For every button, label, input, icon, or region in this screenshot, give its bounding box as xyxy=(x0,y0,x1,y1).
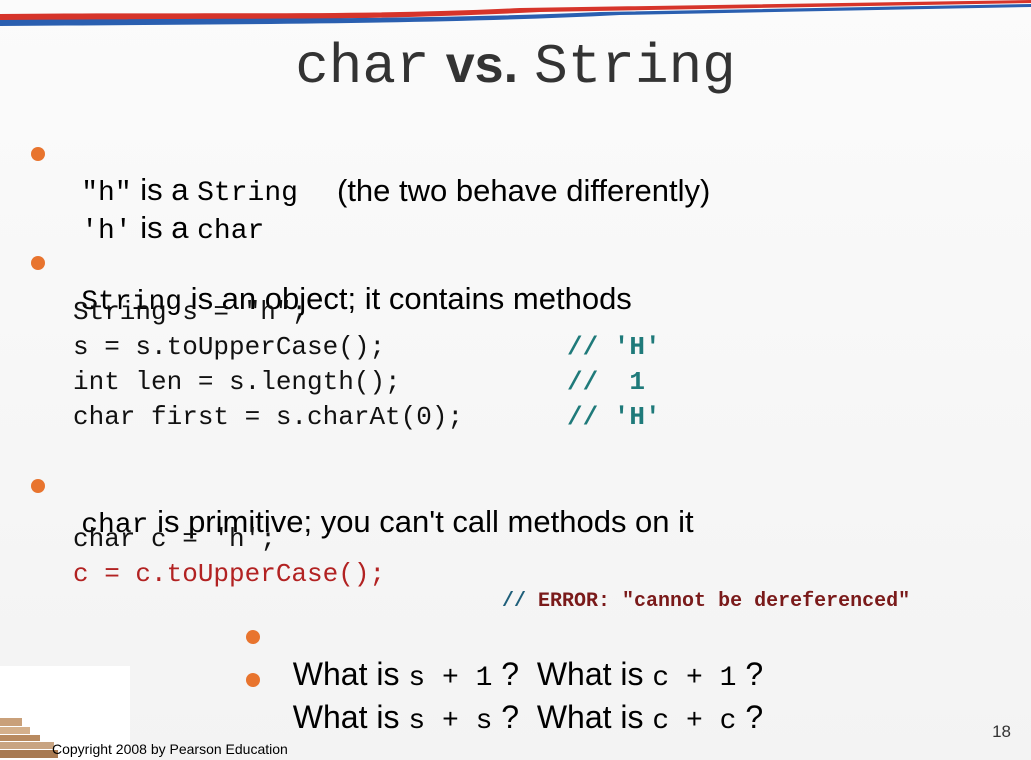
code-line-4: char first = s.charAt(0); xyxy=(73,402,464,432)
code-line-2: s = s.toUpperCase(); xyxy=(73,332,386,362)
top-decorative-stripe xyxy=(0,0,1031,26)
code-line-1: String s = "h"; xyxy=(73,297,308,327)
slide-title: char vs. String xyxy=(0,28,1031,101)
bullet-dot-1 xyxy=(31,147,45,161)
title-vs: vs. xyxy=(445,36,519,94)
copyright-text: Copyright 2008 by Pearson Education xyxy=(52,741,288,757)
code-comment-2: // 'H' xyxy=(567,332,661,362)
q2-what-is-2: ? What is xyxy=(492,699,653,736)
q2-end: ? xyxy=(736,699,764,736)
q2-what-is: What is xyxy=(292,699,409,736)
sub-bullet-dot-1 xyxy=(246,630,260,644)
title-string: String xyxy=(534,35,736,99)
bullet-dot-3 xyxy=(31,479,45,493)
code-comment-3: // 1 xyxy=(567,367,646,397)
code-line-3: int len = s.length(); xyxy=(73,367,401,397)
page-number: 18 xyxy=(992,722,1011,741)
bullet-1-note: (the two behave differently) xyxy=(337,173,711,208)
books-decoration xyxy=(0,718,58,758)
code-comment-4: // 'H' xyxy=(567,402,661,432)
bullet-1-line-2: 'h' is a char xyxy=(64,172,264,249)
title-char: char xyxy=(295,35,430,99)
code2-line-2-error: c = c.toUpperCase(); xyxy=(73,559,386,589)
error-comment-text: ERROR: "cannot be dereferenced" xyxy=(526,590,911,613)
error-comment: // ERROR: "cannot be dereferenced" xyxy=(478,566,910,614)
error-comment-slashes: // xyxy=(502,590,527,613)
q2-expr-c-plus-c: c + c xyxy=(652,706,737,738)
sub-bullet-dot-2 xyxy=(246,673,260,687)
question-line-2: What is s + s ? What is c + c ? xyxy=(275,660,763,739)
bullet-dot-2 xyxy=(31,256,45,270)
text-is-a: is a xyxy=(131,210,198,246)
q2-expr-s-plus-s: s + s xyxy=(408,706,493,738)
code2-line-1: char c = 'h'; xyxy=(73,524,276,554)
